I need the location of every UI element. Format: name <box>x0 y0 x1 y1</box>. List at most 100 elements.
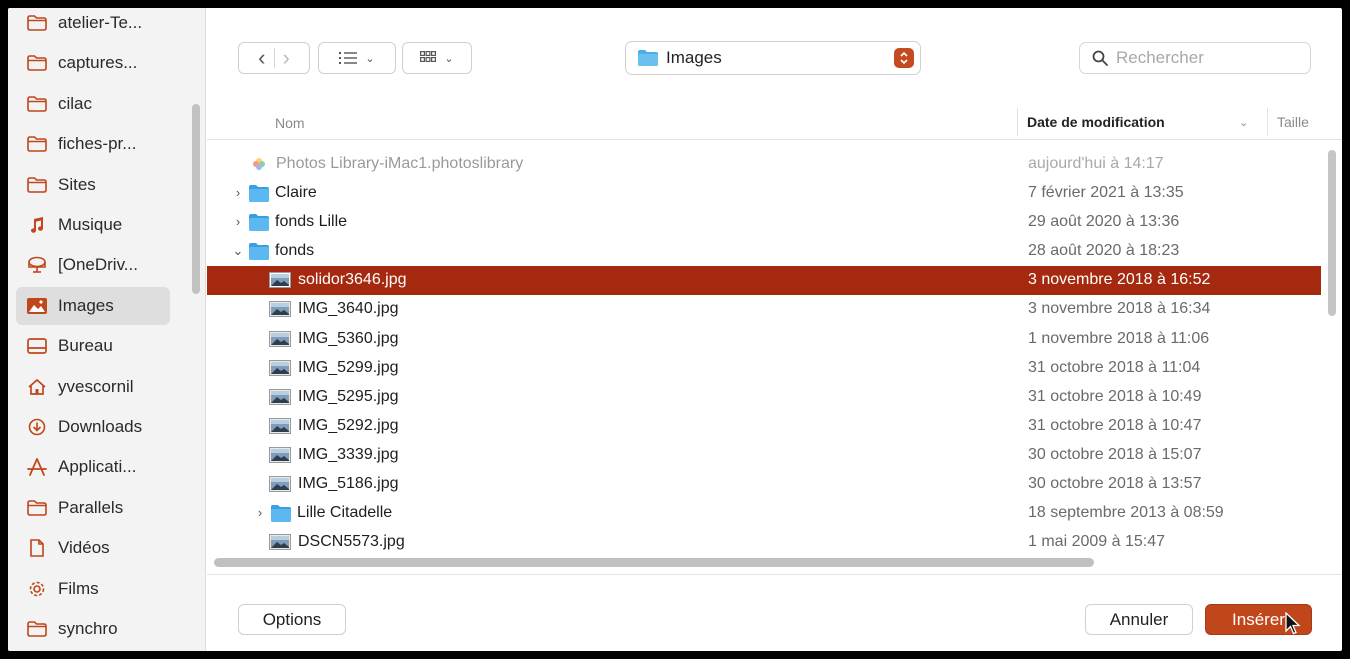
cancel-button[interactable]: Annuler <box>1085 604 1193 635</box>
drive-icon <box>26 254 48 276</box>
file-name: DSCN5573.jpg <box>298 533 405 551</box>
sidebar-item[interactable]: yvescornil <box>16 368 170 406</box>
column-name-header[interactable]: Nom <box>275 115 305 131</box>
grid-view-button[interactable]: ⌄ <box>402 42 472 74</box>
image-file-icon <box>269 301 291 322</box>
sidebar-item-label: Images <box>58 295 114 315</box>
search-field[interactable] <box>1079 42 1311 74</box>
sidebar-item-label: Downloads <box>58 417 143 436</box>
sort-chevron-icon: ⌄ <box>1239 117 1249 129</box>
disclosure-open-icon[interactable]: ⌄ <box>231 243 245 259</box>
sidebar-item[interactable]: cilac <box>16 85 170 123</box>
folder-row[interactable]: › Lille Citadelle 18 septembre 2013 à 08:5… <box>207 499 1321 528</box>
location-popup[interactable]: Images <box>625 41 921 75</box>
file-date: 31 octobre 2018 à 11:04 <box>1028 358 1201 376</box>
image-file-icon <box>269 446 291 468</box>
image-file-icon <box>269 476 291 497</box>
column-divider <box>1017 108 1018 136</box>
sidebar-item[interactable]: Films <box>16 570 170 608</box>
file-row[interactable]: DSCN5573.jpg 1 mai 2009 à 15:47 <box>207 528 1321 557</box>
file-name: Lille Citadelle <box>297 504 393 522</box>
sidebar-item[interactable]: atelier-Te... <box>16 8 170 42</box>
sidebar-item-label: Musique <box>58 215 123 234</box>
file-row[interactable]: IMG_5299.jpg 31 octobre 2018 à 11:04 <box>207 354 1321 383</box>
sidebar-item[interactable]: Applicati... <box>16 448 170 486</box>
list-view-button[interactable]: ⌄ <box>318 42 396 74</box>
sidebar-item[interactable]: Bureau <box>16 327 170 365</box>
folder-icon <box>249 243 269 265</box>
sidebar-item[interactable]: Vidéos <box>16 529 170 567</box>
file-date: 30 octobre 2018 à 13:57 <box>1028 475 1202 493</box>
sidebar-item[interactable]: synchro <box>16 610 170 648</box>
folder-icon <box>638 50 658 66</box>
folder-row[interactable]: › Claire 7 février 2021 à 13:35 <box>207 179 1321 208</box>
sidebar-item-label: fiches-pr... <box>58 134 137 154</box>
vertical-scrollbar[interactable] <box>1328 150 1336 316</box>
forward-button[interactable]: › <box>283 47 290 69</box>
sidebar-scrollbar[interactable] <box>192 104 200 294</box>
sidebar-item-label: Bureau <box>58 336 113 356</box>
music-note-icon <box>26 214 48 236</box>
sidebar-item[interactable]: Downloads <box>16 408 170 446</box>
sidebar-item[interactable]: Musique <box>16 206 170 244</box>
sidebar-item[interactable]: [OneDriv... <box>16 246 170 284</box>
sidebar-item-label: yvescornil <box>58 376 134 396</box>
sidebar-item[interactable]: fiches-pr... <box>16 125 170 163</box>
photos-library-icon <box>251 156 267 177</box>
folder-icon <box>249 185 269 207</box>
sidebar-item[interactable]: captures... <box>16 44 170 82</box>
column-divider <box>1267 108 1268 136</box>
file-date: 3 novembre 2018 à 16:52 <box>1028 271 1211 289</box>
location-stepper-icon[interactable] <box>894 48 914 68</box>
column-date-header[interactable]: Date de modification <box>1027 114 1165 130</box>
sidebar-item-label: cilac <box>58 93 93 113</box>
disclosure-closed-icon[interactable]: › <box>231 185 245 200</box>
file-date: 1 novembre 2018 à 11:06 <box>1028 329 1210 347</box>
folder-icon <box>271 505 291 527</box>
sidebar-item[interactable]: Images <box>16 286 170 325</box>
file-row[interactable]: IMG_3640.jpg 3 novembre 2018 à 16:34 <box>207 295 1321 324</box>
folder-icon <box>249 214 269 236</box>
list-view-icon <box>339 52 358 64</box>
file-name: fonds <box>275 242 315 260</box>
folder-row[interactable]: ⌄ fonds 28 août 2020 à 18:23 <box>207 237 1321 266</box>
folder-row[interactable]: › fonds Lille 29 août 2020 à 13:36 <box>207 208 1321 237</box>
horizontal-scrollbar[interactable] <box>214 558 1094 567</box>
disclosure-closed-icon[interactable]: › <box>253 505 267 520</box>
file-row[interactable]: IMG_5186.jpg 30 octobre 2018 à 13:57 <box>207 470 1321 499</box>
column-size-header[interactable]: Taille <box>1277 114 1309 130</box>
file-name: IMG_5186.jpg <box>298 475 399 493</box>
folder-icon <box>26 52 48 74</box>
file-row[interactable]: IMG_5360.jpg 1 novembre 2018 à 11:06 <box>207 325 1321 354</box>
sidebar-item-label: Parallels <box>58 497 124 517</box>
download-icon <box>26 416 48 438</box>
folder-icon <box>26 93 48 115</box>
file-name: IMG_5299.jpg <box>298 358 399 376</box>
file-name: IMG_5292.jpg <box>298 416 399 434</box>
file-name: IMG_3339.jpg <box>298 445 399 463</box>
sidebar-item[interactable]: Sites <box>16 166 170 204</box>
folder-icon <box>26 618 48 640</box>
sidebar-item-label: Films <box>58 578 99 598</box>
file-row[interactable]: Photos Library-iMac1.photoslibrary aujour… <box>207 150 1321 179</box>
search-input[interactable] <box>1116 48 1296 68</box>
file-name: Claire <box>275 184 317 202</box>
image-file-icon <box>269 417 291 439</box>
file-date: 3 novembre 2018 à 16:34 <box>1028 300 1211 318</box>
search-icon <box>1092 50 1108 66</box>
file-row[interactable]: IMG_3339.jpg 30 octobre 2018 à 15:07 <box>207 441 1321 470</box>
file-dialog: atelier-Te... captures... cilac fiches-pr..… <box>8 8 1342 651</box>
sidebar-item[interactable]: Parallels <box>16 489 170 527</box>
file-row[interactable]: IMG_5292.jpg 31 octobre 2018 à 10:47 <box>207 412 1321 441</box>
nav-back-forward: ‹ › <box>238 42 310 74</box>
divider <box>273 48 275 68</box>
options-button[interactable]: Options <box>238 604 346 635</box>
file-row[interactable]: IMG_5295.jpg 31 octobre 2018 à 10:49 <box>207 383 1321 412</box>
sidebar-item-label: synchro <box>58 619 118 638</box>
file-name: Photos Library-iMac1.photoslibrary <box>276 155 524 172</box>
disclosure-closed-icon[interactable]: › <box>231 214 245 229</box>
file-name: IMG_5360.jpg <box>298 329 399 347</box>
file-row[interactable]: solidor3646.jpg 3 novembre 2018 à 16:52 <box>207 266 1321 296</box>
mouse-pointer-icon <box>1285 612 1301 635</box>
back-button[interactable]: ‹ <box>258 47 265 69</box>
